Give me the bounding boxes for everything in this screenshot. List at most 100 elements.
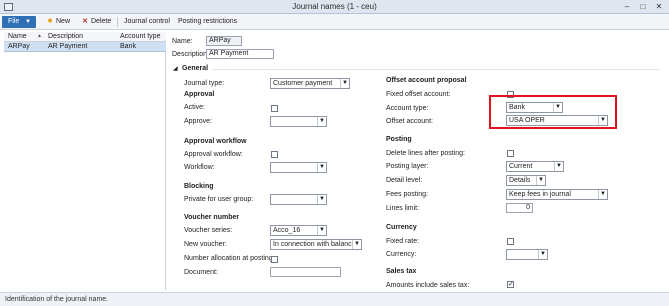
offset-account-proposal-heading: Offset account proposal	[386, 77, 467, 84]
chevron-down-icon: ▼	[538, 250, 547, 259]
section-divider	[212, 69, 660, 70]
sales-tax-heading: Sales tax	[386, 268, 417, 275]
description-field[interactable]: AR Payment	[206, 49, 274, 59]
collapse-arrow-icon[interactable]: ◢	[173, 65, 178, 72]
chevron-down-icon: ▼	[598, 190, 607, 199]
detail-level-value: Details	[509, 177, 531, 184]
column-header-description[interactable]: Description	[48, 33, 83, 40]
chevron-down-icon: ▼	[554, 162, 563, 171]
delete-lines-checkbox[interactable]	[507, 150, 514, 157]
delete-x-icon: ✕	[82, 18, 88, 25]
minimize-button[interactable]: –	[622, 2, 632, 11]
action-pane: File ▼ ✸ New ✕ Delete Journal control Post…	[0, 14, 669, 30]
fixed-rate-checkbox[interactable]	[507, 238, 514, 245]
currency-label: Currency:	[386, 251, 417, 258]
detail-level-dropdown[interactable]: Details ▼	[506, 175, 546, 186]
chevron-down-icon: ▼	[317, 117, 326, 126]
journal-type-dropdown[interactable]: Customer payment ▼	[270, 78, 350, 89]
chevron-down-icon: ▼	[25, 19, 31, 25]
fees-posting-label: Fees posting:	[386, 191, 429, 198]
amounts-include-sales-tax-label: Amounts include sales tax:	[386, 282, 470, 289]
approve-label: Approve:	[184, 118, 213, 125]
currency-heading: Currency	[386, 224, 417, 231]
chevron-down-icon: ▼	[317, 195, 326, 204]
chevron-down-icon: ▼	[352, 240, 361, 249]
private-user-group-label: Private for user group:	[184, 196, 254, 203]
approval-workflow-checkbox[interactable]	[271, 151, 278, 158]
maximize-button[interactable]: □	[638, 2, 648, 11]
detail-level-label: Detail level:	[386, 177, 423, 184]
grid-header: Name ▲ Description Account type	[4, 32, 166, 42]
delete-button[interactable]: ✕ Delete	[81, 16, 111, 28]
new-voucher-label: New voucher:	[184, 241, 227, 248]
journal-control-button[interactable]: Journal control	[124, 16, 170, 28]
fixed-offset-account-label: Fixed offset account:	[386, 91, 451, 98]
column-header-name[interactable]: Name	[8, 33, 27, 40]
fixed-rate-label: Fixed rate:	[386, 238, 420, 245]
window-title: Journal names (1 - ceu)	[292, 2, 377, 11]
highlight-annotation	[489, 95, 617, 129]
checkmark-icon: ✓	[508, 281, 514, 288]
name-field[interactable]: ARPay	[206, 36, 242, 46]
posting-heading: Posting	[386, 136, 412, 143]
journal-type-label: Journal type:	[184, 80, 225, 87]
close-button[interactable]: ✕	[654, 2, 664, 11]
currency-dropdown[interactable]: ▼	[506, 249, 548, 260]
chevron-down-icon: ▼	[536, 176, 545, 185]
new-label: New	[56, 18, 71, 25]
description-label: Description:	[172, 51, 209, 58]
column-header-account-type[interactable]: Account type	[120, 33, 160, 40]
voucher-number-heading: Voucher number	[184, 214, 240, 221]
approval-workflow-heading: Approval workflow	[184, 138, 247, 145]
voucher-series-label: Voucher series:	[184, 227, 233, 234]
cell-description: AR Payment	[48, 43, 88, 50]
file-menu-button[interactable]: File ▼	[2, 16, 36, 28]
fees-posting-value: Keep fees in journal	[509, 191, 571, 198]
delete-label: Delete	[91, 18, 112, 25]
document-label: Document:	[184, 269, 218, 276]
title-bar: Journal names (1 - ceu) – □ ✕	[0, 0, 669, 14]
posting-restrictions-button[interactable]: Posting restrictions	[178, 16, 237, 28]
detail-pane: Name: ARPay Description: AR Payment ◢ Ge…	[168, 32, 669, 290]
lines-limit-field[interactable]: 0	[506, 203, 533, 213]
new-voucher-dropdown[interactable]: In connection with balance ▼	[270, 239, 362, 250]
active-checkbox[interactable]	[271, 105, 278, 112]
sort-ascending-icon: ▲	[37, 33, 42, 39]
journal-type-value: Customer payment	[273, 80, 333, 87]
account-type-label: Account type:	[386, 105, 429, 112]
approve-dropdown[interactable]: ▼	[270, 116, 327, 127]
status-bar: Identification of the journal name.	[0, 292, 669, 306]
posting-layer-value: Current	[509, 163, 533, 170]
amounts-include-sales-tax-checkbox[interactable]: ✓	[507, 281, 514, 288]
new-button[interactable]: ✸ New	[46, 16, 70, 28]
workflow-dropdown[interactable]: ▼	[270, 162, 327, 173]
cell-account-type: Bank	[120, 43, 136, 50]
new-star-icon: ✸	[47, 18, 53, 25]
fees-posting-dropdown[interactable]: Keep fees in journal ▼	[506, 189, 608, 200]
posting-layer-label: Posting layer:	[386, 163, 429, 170]
cell-name: ARPay	[8, 43, 30, 50]
journal-names-grid: Name ▲ Description Account type ARPay AR…	[4, 32, 166, 290]
chevron-down-icon: ▼	[317, 226, 326, 235]
name-label: Name:	[172, 38, 193, 45]
voucher-series-dropdown[interactable]: Acco_16 ▼	[270, 225, 327, 236]
lines-limit-label: Lines limit:	[386, 205, 420, 212]
table-row[interactable]: ARPay AR Payment Bank	[4, 42, 166, 52]
workflow-label: Workflow:	[184, 164, 215, 171]
number-allocation-label: Number allocation at posting:	[184, 255, 275, 262]
blocking-heading: Blocking	[184, 183, 214, 190]
active-label: Active:	[184, 104, 206, 111]
private-user-group-dropdown[interactable]: ▼	[270, 194, 327, 205]
status-text: Identification of the journal name.	[5, 296, 109, 303]
offset-account-label: Offset account:	[386, 118, 433, 125]
voucher-series-value: Acco_16	[273, 227, 301, 234]
section-general[interactable]: General	[182, 65, 208, 72]
posting-layer-dropdown[interactable]: Current ▼	[506, 161, 564, 172]
number-allocation-checkbox[interactable]	[271, 256, 278, 263]
file-label: File	[8, 18, 20, 25]
new-voucher-value: In connection with balance	[273, 241, 356, 248]
chevron-down-icon: ▼	[340, 79, 349, 88]
chevron-down-icon: ▼	[317, 163, 326, 172]
document-field[interactable]	[270, 267, 341, 277]
toolbar-divider	[117, 17, 118, 27]
